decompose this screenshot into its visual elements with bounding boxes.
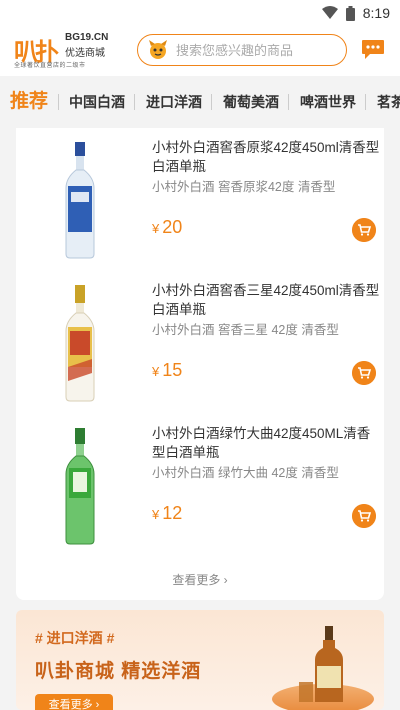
category-tabs: 推荐 中国白酒 进口洋酒 葡萄美酒 啤酒世界 茗茶 [0,76,400,128]
wifi-icon [321,6,338,19]
app-header: 叭扑 BG19.CN 优选商城 全球著饮直营店的二级市 [0,28,400,76]
tab-beer[interactable]: 啤酒世界 [300,76,356,128]
product-item[interactable]: 小村外白酒绿竹大曲42度450ML清香型白酒单瓶 小村外白酒 绿竹大曲 42度 … [16,414,384,557]
price-value: 15 [162,360,183,380]
currency-symbol: ¥ [152,507,160,522]
message-icon[interactable] [361,38,385,60]
imported-liquor-banner[interactable]: # 进口洋酒 # 叭卦商城 精选洋酒 查看更多 › [16,610,384,710]
logo-store-name: 优选商城 [65,48,105,59]
product-spec: 小村外白酒 窖香三星 42度 清香型 [152,323,339,337]
product-image-bottle [65,142,95,259]
banner-view-more-button[interactable]: 查看更多 › [35,694,113,710]
product-image-bottle [65,428,95,545]
status-time: 8:19 [362,5,390,21]
mascot-search-icon [149,40,167,59]
product-name: 小村外白酒绿竹大曲42度450ML清香型白酒单瓶 [152,426,371,460]
tab-divider [134,94,135,110]
search-box[interactable] [137,34,347,66]
currency-symbol: ¥ [152,221,160,236]
add-to-cart-icon[interactable] [352,361,376,385]
view-more-link[interactable]: 查看更多 › [16,571,384,588]
banner-button-label: 查看更多 [48,699,93,710]
price-value: 20 [162,217,183,237]
logo-slogan: 全球著饮直营店的二级市 [14,63,86,69]
banner-title: 叭卦商城 精选洋酒 [35,661,202,682]
tab-tea[interactable]: 茗茶 [377,76,400,128]
tab-divider [288,94,289,110]
add-to-cart-icon[interactable] [352,218,376,242]
store-logo[interactable]: 叭扑 BG19.CN 优选商城 全球著饮直营店的二级市 [14,30,114,72]
tab-wine[interactable]: 葡萄美酒 [223,76,279,128]
product-name: 小村外白酒窖香原浆42度450ml清香型白酒单瓶 [152,140,380,174]
price-value: 12 [162,503,183,523]
product-price: ¥12 [152,503,182,524]
banner-tag: # 进口洋酒 # [35,630,115,646]
tab-chinese-baijiu[interactable]: 中国白酒 [69,76,125,128]
whisky-bottle-image [299,626,343,702]
tab-recommend[interactable]: 推荐 [10,76,48,128]
status-bar: 8:19 [0,0,400,28]
battery-icon [345,5,355,21]
product-price: ¥15 [152,360,182,381]
product-item[interactable]: 小村外白酒窖香三星42度450ml清香型白酒单瓶 小村外白酒 窖香三星 42度 … [16,271,384,414]
logo-domain: BG19.CN [65,32,109,43]
tab-divider [365,94,366,110]
product-spec: 小村外白酒 绿竹大曲 42度 清香型 [152,466,339,480]
tab-divider [58,94,59,110]
product-name: 小村外白酒窖香三星42度450ml清香型白酒单瓶 [152,283,380,317]
product-item[interactable]: 小村外白酒窖香原浆42度450ml清香型白酒单瓶 小村外白酒 窖香原浆42度 清… [16,128,384,271]
product-price: ¥20 [152,217,182,238]
search-input[interactable] [176,42,336,58]
tab-divider [211,94,212,110]
product-spec: 小村外白酒 窖香原浆42度 清香型 [152,180,336,194]
add-to-cart-icon[interactable] [352,504,376,528]
tab-imported-liquor[interactable]: 进口洋酒 [146,76,202,128]
product-list-card: 小村外白酒窖香原浆42度450ml清香型白酒单瓶 小村外白酒 窖香原浆42度 清… [16,128,384,600]
currency-symbol: ¥ [152,364,160,379]
chevron-right-icon: › [220,573,228,587]
product-image-bottle [65,285,95,402]
view-more-label: 查看更多 [172,573,221,587]
